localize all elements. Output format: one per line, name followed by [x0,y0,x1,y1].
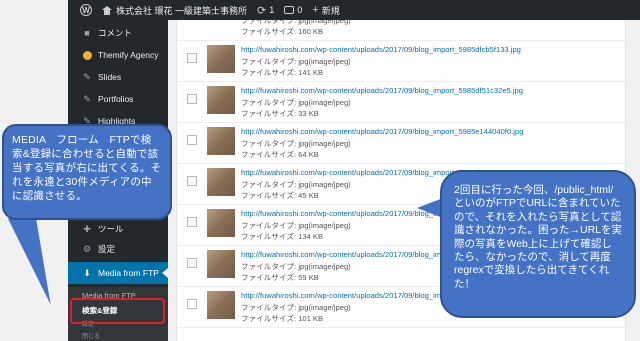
updates-link[interactable]: ⟳ 1 [257,4,274,17]
file-url[interactable]: http://fuwahiroshi.com/wp-content/upload… [241,250,467,259]
file-row: http://fuwahiroshi.com/wp-content/upload… [177,41,625,82]
comment-bubble-icon [284,6,295,14]
file-url[interactable]: http://fuwahiroshi.com/wp-content/upload… [241,127,523,136]
file-type: ファイルタイプ: jpg(image/jpeg) [241,139,351,148]
file-checkbox[interactable] [187,94,197,104]
file-type: ファイルタイプ: jpg(image/jpeg) [241,221,351,230]
file-size: ファイルサイズ: 141 KB [241,68,324,77]
file-size: ファイルサイズ: 45 KB [241,191,319,200]
file-checkbox[interactable] [187,217,197,227]
sidebar-item-themify-agency[interactable]: Themify Agency [68,44,168,66]
file-checkbox[interactable] [187,299,197,309]
admin-bar: W 株式会社 環花 一級建築士事務所 ⟳ 1 0 + 新規 [68,0,640,20]
themify-icon [82,50,92,60]
file-type: ファイルタイプ: jpg(image/jpeg) [241,98,351,107]
annotation-callout-left: MEDIA フローム FTPで検索&登録に合わせると自動で該当する写真が右に出て… [2,124,172,220]
sidebar-item-label: 設定 [98,244,116,254]
highlight-box-search-register [70,298,165,324]
comments-link[interactable]: 0 [284,5,302,15]
sidebar-item-comments[interactable]: ■ コメント [68,22,168,44]
download-icon: ⬇ [83,267,91,278]
sidebar-item-label: コメント [98,28,133,38]
file-size: ファイルサイズ: 101 KB [241,314,324,323]
wordpress-logo-icon[interactable]: W [80,4,92,16]
file-thumbnail [207,168,235,196]
sidebar-item-tools[interactable]: ✚ ツール [68,218,168,240]
sidebar-item-media-from-ftp[interactable]: ⬇ Media from FTP [68,262,168,284]
pin-icon: ✎ [83,93,91,104]
home-icon [102,5,112,15]
refresh-icon: ⟳ [257,4,267,17]
comment-icon: ■ [84,28,90,38]
file-thumbnail [207,45,235,73]
file-type: ファイルタイプ: jpg(image/jpeg) [241,57,351,66]
sidebar-item-slides[interactable]: ✎ Slides [68,66,168,88]
wrench-icon: ✚ [83,223,91,234]
file-size: ファイルサイズ: 134 KB [241,232,324,241]
updates-count: 1 [269,5,275,15]
file-row: http://fuwahiroshi.com/wp-content/upload… [177,82,625,123]
file-type: ファイルタイプ: jpg(image/jpeg) [241,303,351,312]
file-row: ファイルタイプ: jpg(image/jpeg) ファイルサイズ: 160 KB [177,20,625,41]
sidebar-item-label: Media from FTP [98,268,159,278]
sidebar-item-label: Slides [98,72,122,82]
file-thumbnail [207,209,235,237]
site-name: 株式会社 環花 一級建築士事務所 [116,5,248,16]
callout-left-pointer [8,209,64,310]
site-name-link[interactable]: 株式会社 環花 一級建築士事務所 [102,4,247,17]
file-url[interactable]: http://fuwahiroshi.com/wp-content/upload… [241,45,521,54]
sidebar-item-label: ツール [98,224,124,234]
plus-icon: + [312,4,319,16]
file-checkbox[interactable] [187,135,197,145]
new-label: 新規 [321,5,340,16]
file-checkbox[interactable] [187,53,197,63]
sidebar-item-label: Themify Agency [98,50,159,60]
file-checkbox[interactable] [187,176,197,186]
file-thumbnail [207,127,235,155]
file-size: ファイルサイズ: 64 KB [241,150,319,159]
file-row: http://fuwahiroshi.com/wp-content/upload… [177,123,625,164]
new-content-link[interactable]: + 新規 [312,4,339,17]
pin-icon: ✎ [83,71,91,82]
file-url[interactable]: http://fuwahiroshi.com/wp-content/upload… [241,168,480,177]
sidebar-item-label: Portfolios [98,94,134,104]
file-type: ファイルタイプ: jpg(image/jpeg) [241,262,351,271]
file-thumbnail [207,291,235,319]
file-thumbnail [207,250,235,278]
sidebar-item-portfolios[interactable]: ✎ Portfolios [68,88,168,110]
file-size: ファイルサイズ: 59 KB [241,273,319,282]
annotation-callout-right: 2回目に行った今回、/public_html/といのがFTPでURLに含まれてい… [440,170,636,318]
file-url[interactable]: http://fuwahiroshi.com/wp-content/upload… [241,86,523,95]
settings-icon: ⚙ [82,243,92,254]
file-size: ファイルサイズ: 160 KB [241,27,324,36]
file-checkbox[interactable] [187,258,197,268]
submenu-item-close[interactable]: 閉じる [82,331,100,340]
file-thumbnail [207,86,235,114]
file-type: ファイルタイプ: jpg(image/jpeg) [241,180,351,189]
sidebar-item-settings[interactable]: ⚙ 設定 [68,238,168,260]
file-size: ファイルサイズ: 33 KB [241,109,319,118]
comments-count: 0 [297,5,303,15]
